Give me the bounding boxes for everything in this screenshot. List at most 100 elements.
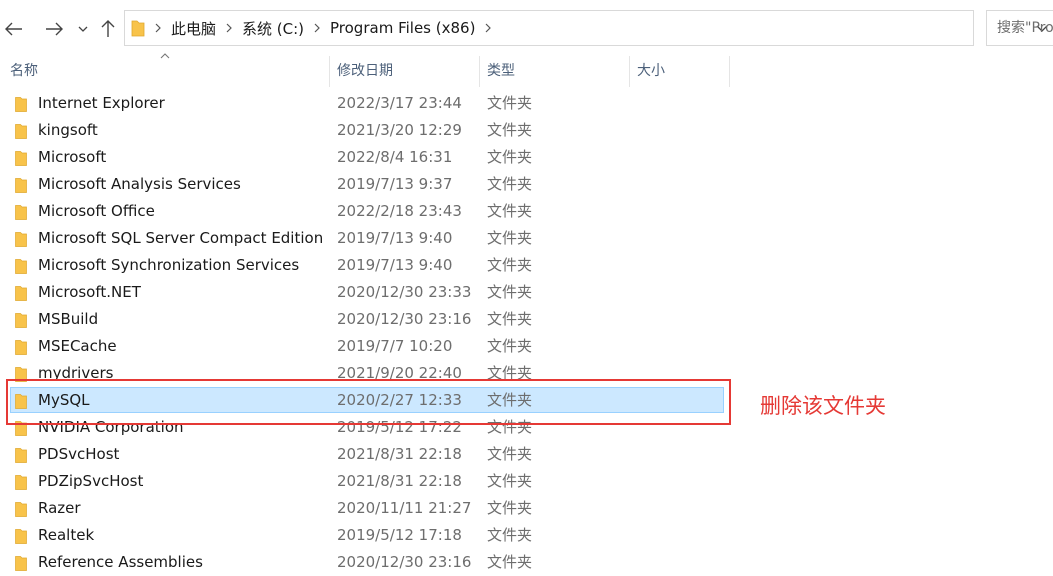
file-type: 文件夹 [487, 310, 533, 328]
file-row[interactable]: Microsoft.NET 2020/12/30 23:33 文件夹 [0, 279, 1053, 306]
forward-button[interactable] [42, 14, 66, 44]
file-name: MSECache [38, 337, 117, 355]
chevron-right-icon[interactable] [485, 23, 492, 33]
back-button[interactable] [2, 14, 26, 44]
file-date-modified: 2019/7/13 9:40 [337, 256, 453, 274]
up-button[interactable] [98, 14, 118, 44]
folder-icon [15, 556, 27, 571]
file-row[interactable]: PDSvcHost 2021/8/31 22:18 文件夹 [0, 441, 1053, 468]
chevron-right-icon[interactable] [226, 23, 232, 33]
file-date-modified: 2019/7/13 9:37 [337, 175, 453, 193]
file-date-modified: 2019/7/7 10:20 [337, 337, 453, 355]
file-date-modified: 2019/5/12 17:18 [337, 526, 462, 544]
file-type: 文件夹 [487, 337, 533, 355]
breadcrumb-this-pc[interactable]: 此电脑 [171, 18, 216, 39]
file-row[interactable]: Microsoft Analysis Services 2019/7/13 9:3… [0, 171, 1053, 198]
file-type: 文件夹 [487, 202, 533, 220]
breadcrumb-program-files-x86[interactable]: Program Files (x86) [330, 19, 475, 37]
file-name: Microsoft [38, 148, 107, 166]
file-date-modified: 2019/7/13 9:40 [337, 229, 453, 247]
column-name[interactable]: 名称 [2, 56, 330, 87]
address-bar[interactable]: 此电脑 系统 (C:) Program Files (x86) [124, 10, 1048, 46]
file-name: MSBuild [38, 310, 99, 328]
file-date-modified: 2022/8/4 16:31 [337, 148, 453, 166]
folder-icon [15, 340, 27, 355]
file-type: 文件夹 [487, 526, 533, 544]
file-row[interactable]: Microsoft Synchronization Services 2019/7… [0, 252, 1053, 279]
file-type: 文件夹 [487, 175, 533, 193]
file-date-modified: 2021/3/20 12:29 [337, 121, 462, 139]
file-date-modified: 2022/2/18 23:43 [337, 202, 462, 220]
file-type: 文件夹 [487, 229, 533, 247]
folder-icon [15, 448, 27, 463]
column-header: 名称 修改日期 类型 大小 [0, 53, 1053, 87]
file-row[interactable]: Microsoft 2022/8/4 16:31 文件夹 [0, 144, 1053, 171]
folder-icon [15, 286, 27, 301]
file-date-modified: 2020/12/30 23:16 [337, 553, 472, 571]
file-row[interactable]: PDZipSvcHost 2021/8/31 22:18 文件夹 [0, 468, 1053, 495]
file-name: Reference Assemblies [38, 553, 203, 571]
file-row[interactable]: Microsoft SQL Server Compact Edition 2019… [0, 225, 1053, 252]
folder-icon [15, 475, 27, 490]
file-date-modified: 2021/8/31 22:18 [337, 445, 462, 463]
file-name: PDSvcHost [38, 445, 120, 463]
file-name: PDZipSvcHost [38, 472, 144, 490]
folder-icon [15, 97, 27, 112]
column-date-modified[interactable]: 修改日期 [329, 56, 479, 87]
arrow-up-icon [101, 20, 115, 37]
file-row[interactable]: Microsoft Office 2022/2/18 23:43 文件夹 [0, 198, 1053, 225]
file-row[interactable]: Reference Assemblies 2020/12/30 23:16 文件夹 [0, 549, 1053, 576]
folder-icon [15, 232, 27, 247]
file-type: 文件夹 [487, 472, 533, 490]
annotation-text: 删除该文件夹 [760, 394, 886, 418]
file-row[interactable]: MSECache 2019/7/7 10:20 文件夹 [0, 333, 1053, 360]
column-type[interactable]: 类型 [479, 56, 629, 87]
file-type: 文件夹 [487, 499, 533, 517]
file-date-modified: 2020/12/30 23:33 [337, 283, 472, 301]
file-row[interactable]: MSBuild 2020/12/30 23:16 文件夹 [0, 306, 1053, 333]
folder-icon [15, 151, 27, 166]
file-name: Microsoft Synchronization Services [38, 256, 300, 274]
chevron-right-icon [155, 23, 161, 33]
arrow-left-icon [5, 22, 22, 36]
file-name: Razer [38, 499, 81, 517]
file-date-modified: 2022/3/17 23:44 [337, 94, 462, 112]
file-name: Realtek [38, 526, 95, 544]
recent-locations-button[interactable] [74, 14, 92, 44]
file-type: 文件夹 [487, 553, 533, 571]
file-date-modified: 2020/11/11 21:27 [337, 499, 472, 517]
file-explorer-window: 此电脑 系统 (C:) Program Files (x86) 搜索"Pro 名… [0, 0, 1053, 576]
breadcrumb-c-drive[interactable]: 系统 (C:) [242, 18, 304, 39]
file-row[interactable]: Razer 2020/11/11 21:27 文件夹 [0, 495, 1053, 522]
file-name: Microsoft Analysis Services [38, 175, 241, 193]
folder-icon [15, 178, 27, 193]
file-row[interactable]: Realtek 2019/5/12 17:18 文件夹 [0, 522, 1053, 549]
file-name: Microsoft.NET [38, 283, 141, 301]
annotation-highlight-box [6, 379, 731, 425]
file-name: Microsoft Office [38, 202, 155, 220]
navigation-bar: 此电脑 系统 (C:) Program Files (x86) 搜索"Pro [0, 0, 1053, 56]
arrow-right-icon [46, 22, 63, 36]
folder-icon [15, 259, 27, 274]
file-type: 文件夹 [487, 445, 533, 463]
search-input[interactable]: 搜索"Program Files (x86)" [986, 10, 1053, 46]
file-name: kingsoft [38, 121, 98, 139]
file-type: 文件夹 [487, 256, 533, 274]
column-size[interactable]: 大小 [629, 56, 729, 87]
file-type: 文件夹 [487, 148, 533, 166]
file-type: 文件夹 [487, 121, 533, 139]
folder-icon [15, 502, 27, 517]
file-date-modified: 2020/12/30 23:16 [337, 310, 472, 328]
folder-icon [131, 20, 145, 37]
file-date-modified: 2021/8/31 22:18 [337, 472, 462, 490]
file-type: 文件夹 [487, 283, 533, 301]
file-row[interactable]: Internet Explorer 2022/3/17 23:44 文件夹 [0, 90, 1053, 117]
folder-icon [15, 529, 27, 544]
file-name: Internet Explorer [38, 94, 165, 112]
chevron-right-icon[interactable] [314, 23, 320, 33]
chevron-down-icon [78, 26, 88, 32]
column-divider[interactable] [729, 56, 730, 87]
folder-icon [15, 313, 27, 328]
folder-icon [15, 124, 27, 139]
file-row[interactable]: kingsoft 2021/3/20 12:29 文件夹 [0, 117, 1053, 144]
